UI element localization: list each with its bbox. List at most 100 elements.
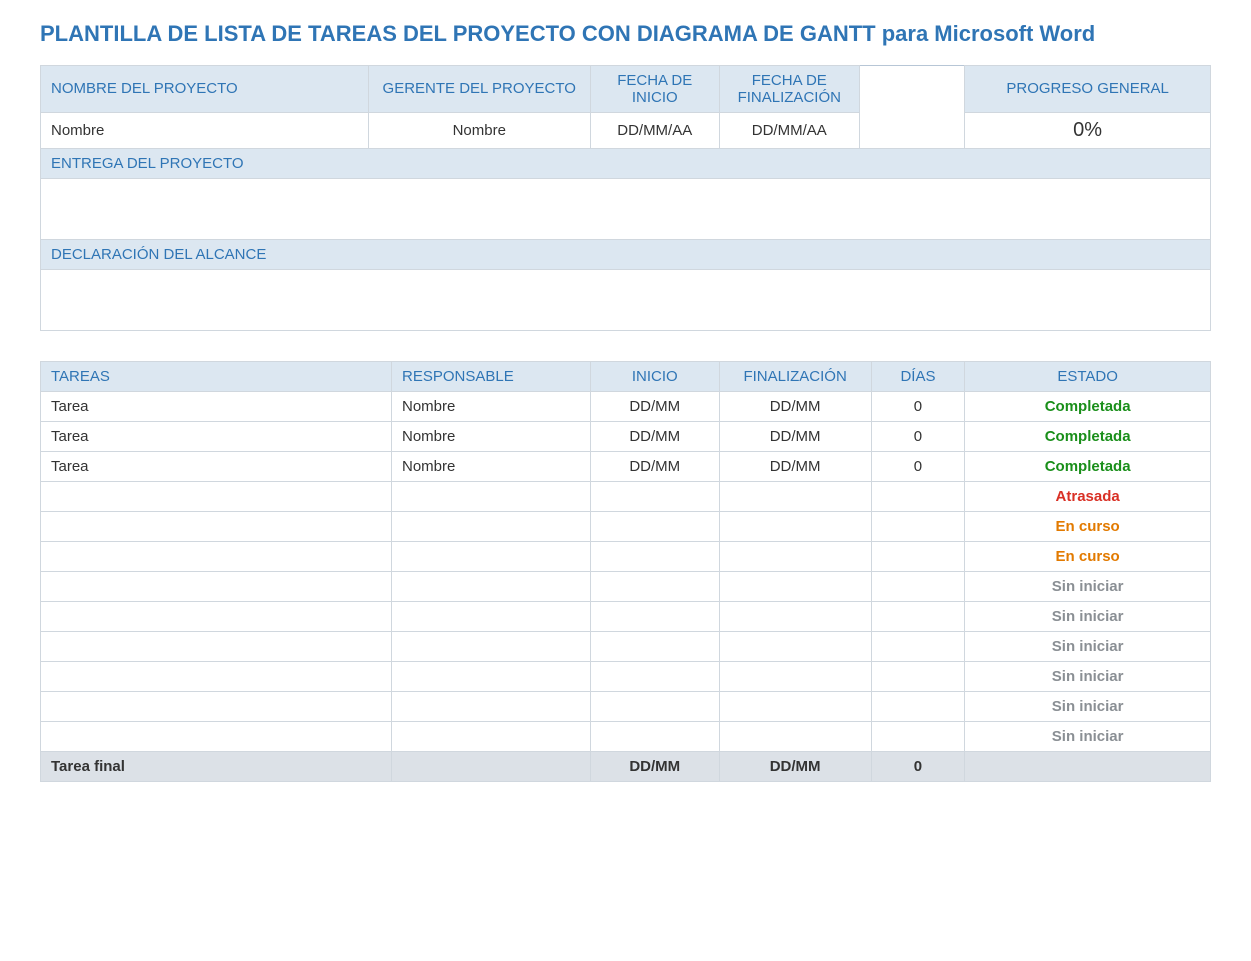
task-cell-task[interactable] bbox=[41, 571, 392, 601]
final-end[interactable]: DD/MM bbox=[719, 751, 871, 781]
final-status[interactable] bbox=[965, 751, 1211, 781]
task-cell-days[interactable] bbox=[871, 541, 965, 571]
task-row: Sin iniciar bbox=[41, 721, 1211, 751]
task-cell-responsible[interactable]: Nombre bbox=[392, 451, 591, 481]
task-cell-start[interactable] bbox=[590, 571, 719, 601]
task-cell-task[interactable] bbox=[41, 511, 392, 541]
task-cell-status[interactable]: Sin iniciar bbox=[965, 661, 1211, 691]
task-cell-task[interactable] bbox=[41, 661, 392, 691]
task-cell-end[interactable] bbox=[719, 601, 871, 631]
gap-cell bbox=[859, 65, 964, 112]
task-cell-status[interactable]: Sin iniciar bbox=[965, 631, 1211, 661]
task-row: En curso bbox=[41, 511, 1211, 541]
task-cell-end[interactable] bbox=[719, 511, 871, 541]
document-title: PLANTILLA DE LISTA DE TAREAS DEL PROYECT… bbox=[40, 20, 1211, 49]
task-cell-task[interactable] bbox=[41, 631, 392, 661]
value-project-manager[interactable]: Nombre bbox=[368, 112, 590, 148]
task-cell-start[interactable]: DD/MM bbox=[590, 451, 719, 481]
final-start[interactable]: DD/MM bbox=[590, 751, 719, 781]
task-cell-end[interactable] bbox=[719, 541, 871, 571]
task-cell-start[interactable] bbox=[590, 601, 719, 631]
task-cell-status[interactable]: En curso bbox=[965, 511, 1211, 541]
gap-cell bbox=[859, 112, 964, 148]
task-cell-responsible[interactable] bbox=[392, 541, 591, 571]
task-cell-task[interactable] bbox=[41, 601, 392, 631]
task-cell-start[interactable] bbox=[590, 721, 719, 751]
task-cell-responsible[interactable] bbox=[392, 481, 591, 511]
task-cell-status[interactable]: En curso bbox=[965, 541, 1211, 571]
task-cell-days[interactable]: 0 bbox=[871, 451, 965, 481]
task-cell-task[interactable] bbox=[41, 481, 392, 511]
value-project-name[interactable]: Nombre bbox=[41, 112, 369, 148]
task-cell-responsible[interactable] bbox=[392, 571, 591, 601]
task-row: TareaNombreDD/MMDD/MM0Completada bbox=[41, 451, 1211, 481]
task-table: TAREAS RESPONSABLE INICIO FINALIZACIÓN D… bbox=[40, 361, 1211, 782]
task-cell-task[interactable]: Tarea bbox=[41, 391, 392, 421]
task-cell-status[interactable]: Sin iniciar bbox=[965, 571, 1211, 601]
task-cell-end[interactable]: DD/MM bbox=[719, 421, 871, 451]
task-cell-responsible[interactable] bbox=[392, 661, 591, 691]
task-row: Sin iniciar bbox=[41, 601, 1211, 631]
task-cell-task[interactable]: Tarea bbox=[41, 421, 392, 451]
task-cell-start[interactable] bbox=[590, 661, 719, 691]
section-delivery-body[interactable] bbox=[41, 178, 1211, 239]
task-cell-responsible[interactable] bbox=[392, 601, 591, 631]
task-row: TareaNombreDD/MMDD/MM0Completada bbox=[41, 421, 1211, 451]
task-cell-days[interactable] bbox=[871, 571, 965, 601]
task-header-status: ESTADO bbox=[965, 361, 1211, 391]
section-scope-body[interactable] bbox=[41, 269, 1211, 330]
task-cell-end[interactable] bbox=[719, 691, 871, 721]
task-cell-start[interactable]: DD/MM bbox=[590, 391, 719, 421]
task-cell-status[interactable]: Sin iniciar bbox=[965, 601, 1211, 631]
task-cell-days[interactable] bbox=[871, 661, 965, 691]
final-resp[interactable] bbox=[392, 751, 591, 781]
task-cell-start[interactable] bbox=[590, 541, 719, 571]
task-cell-end[interactable] bbox=[719, 661, 871, 691]
task-cell-end[interactable] bbox=[719, 571, 871, 601]
task-cell-days[interactable]: 0 bbox=[871, 421, 965, 451]
task-cell-days[interactable] bbox=[871, 601, 965, 631]
task-cell-task[interactable]: Tarea bbox=[41, 451, 392, 481]
task-cell-days[interactable]: 0 bbox=[871, 391, 965, 421]
value-overall-progress[interactable]: 0% bbox=[965, 112, 1211, 148]
task-cell-days[interactable] bbox=[871, 691, 965, 721]
task-cell-start[interactable] bbox=[590, 691, 719, 721]
task-cell-responsible[interactable] bbox=[392, 631, 591, 661]
task-cell-start[interactable]: DD/MM bbox=[590, 421, 719, 451]
task-cell-days[interactable] bbox=[871, 631, 965, 661]
task-cell-days[interactable] bbox=[871, 721, 965, 751]
task-cell-status[interactable]: Completada bbox=[965, 391, 1211, 421]
task-row: Atrasada bbox=[41, 481, 1211, 511]
task-cell-task[interactable] bbox=[41, 691, 392, 721]
task-cell-end[interactable] bbox=[719, 721, 871, 751]
task-cell-end[interactable] bbox=[719, 481, 871, 511]
task-cell-responsible[interactable] bbox=[392, 721, 591, 751]
task-cell-task[interactable] bbox=[41, 721, 392, 751]
task-cell-status[interactable]: Sin iniciar bbox=[965, 691, 1211, 721]
task-cell-start[interactable] bbox=[590, 631, 719, 661]
task-cell-status[interactable]: Atrasada bbox=[965, 481, 1211, 511]
task-cell-status[interactable]: Sin iniciar bbox=[965, 721, 1211, 751]
task-cell-responsible[interactable]: Nombre bbox=[392, 391, 591, 421]
value-start-date[interactable]: DD/MM/AA bbox=[590, 112, 719, 148]
header-end-date: FECHA DE FINALIZACIÓN bbox=[719, 65, 859, 112]
task-cell-start[interactable] bbox=[590, 481, 719, 511]
value-end-date[interactable]: DD/MM/AA bbox=[719, 112, 859, 148]
task-cell-responsible[interactable]: Nombre bbox=[392, 421, 591, 451]
task-cell-responsible[interactable] bbox=[392, 511, 591, 541]
task-cell-status[interactable]: Completada bbox=[965, 451, 1211, 481]
final-days[interactable]: 0 bbox=[871, 751, 965, 781]
task-cell-days[interactable] bbox=[871, 511, 965, 541]
header-project-name: NOMBRE DEL PROYECTO bbox=[41, 65, 369, 112]
project-info-table: NOMBRE DEL PROYECTO GERENTE DEL PROYECTO… bbox=[40, 65, 1211, 331]
task-cell-end[interactable]: DD/MM bbox=[719, 391, 871, 421]
task-cell-end[interactable] bbox=[719, 631, 871, 661]
task-cell-responsible[interactable] bbox=[392, 691, 591, 721]
task-cell-end[interactable]: DD/MM bbox=[719, 451, 871, 481]
task-cell-status[interactable]: Completada bbox=[965, 421, 1211, 451]
header-project-manager: GERENTE DEL PROYECTO bbox=[368, 65, 590, 112]
task-cell-start[interactable] bbox=[590, 511, 719, 541]
task-cell-days[interactable] bbox=[871, 481, 965, 511]
task-header-start: INICIO bbox=[590, 361, 719, 391]
task-cell-task[interactable] bbox=[41, 541, 392, 571]
